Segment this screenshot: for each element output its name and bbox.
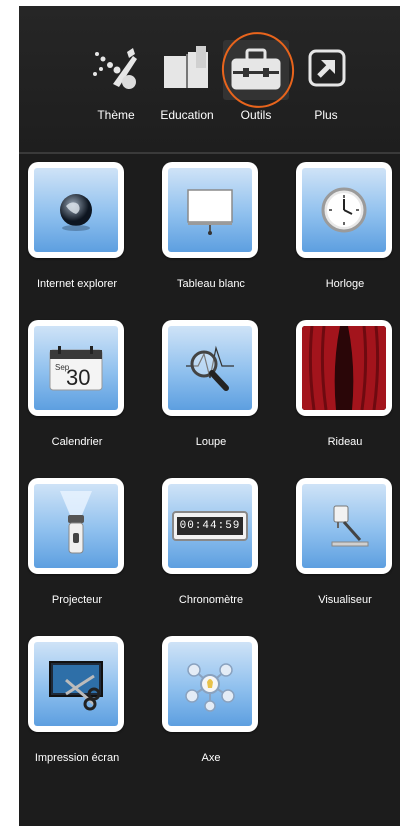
tool-label: Axe (201, 752, 221, 764)
stopwatch-icon: 00:44:59 (171, 511, 249, 541)
tool-magnifier[interactable]: Loupe (162, 320, 262, 448)
tool-whiteboard[interactable]: Tableau blanc (162, 162, 262, 290)
calendar-icon: Sep 30 (49, 346, 103, 391)
curtain-icon (302, 326, 386, 410)
tool-label: Loupe (195, 436, 227, 448)
theme-icon (89, 44, 143, 94)
tool-label: Rideau (327, 436, 363, 448)
document-camera-icon (331, 505, 369, 547)
tool-clock[interactable]: Horloge (296, 162, 396, 290)
nav-item-more[interactable]: Plus (287, 44, 365, 134)
tool-label: Calendrier (51, 436, 103, 448)
tool-label: Visualiseur (318, 594, 372, 606)
tool-projector[interactable]: Projecteur (28, 478, 128, 606)
tool-calendar[interactable]: Sep 30 Calendrier (28, 320, 128, 448)
category-bar: Thème Education Outils Plus (19, 6, 400, 152)
tool-label: Horloge (325, 278, 365, 290)
tool-label: Projecteur (51, 594, 103, 606)
nav-item-theme[interactable]: Thème (77, 44, 155, 134)
tool-stopwatch[interactable]: 00:44:59 Chronomètre (162, 478, 262, 606)
more-icon (299, 44, 353, 94)
tool-label: Impression écran (34, 752, 120, 764)
magnifier-icon (186, 345, 234, 391)
tool-axis[interactable]: Axe (162, 636, 262, 764)
nav-label-education: Education (160, 108, 214, 122)
nav-label-more: Plus (314, 108, 338, 122)
nav-label-theme: Thème (97, 108, 135, 122)
mindmap-icon (185, 663, 235, 712)
calendar-day: 30 (66, 365, 90, 390)
education-icon (160, 44, 214, 94)
divider (19, 152, 400, 154)
nav-item-education[interactable]: Education (148, 44, 226, 134)
whiteboard-icon (187, 189, 233, 235)
tool-screenshot[interactable]: Impression écran (28, 636, 128, 764)
tool-label: Internet explorer (36, 278, 118, 290)
tool-curtain[interactable]: Rideau (296, 320, 396, 448)
nav-label-tools: Outils (240, 108, 272, 122)
tool-label: Tableau blanc (177, 278, 245, 290)
tool-visualizer[interactable]: Visualiseur (296, 478, 396, 606)
tool-internet-explorer[interactable]: Internet explorer (28, 162, 128, 290)
globe-icon (60, 194, 92, 231)
tool-label: Chronomètre (178, 594, 244, 606)
flashlight-icon (60, 491, 92, 554)
clock-icon (321, 187, 367, 233)
screenshot-icon (49, 661, 103, 711)
stopwatch-display: 00:44:59 (176, 517, 244, 535)
tools-panel: Thème Education Outils Plus Internet exp… (19, 6, 400, 826)
